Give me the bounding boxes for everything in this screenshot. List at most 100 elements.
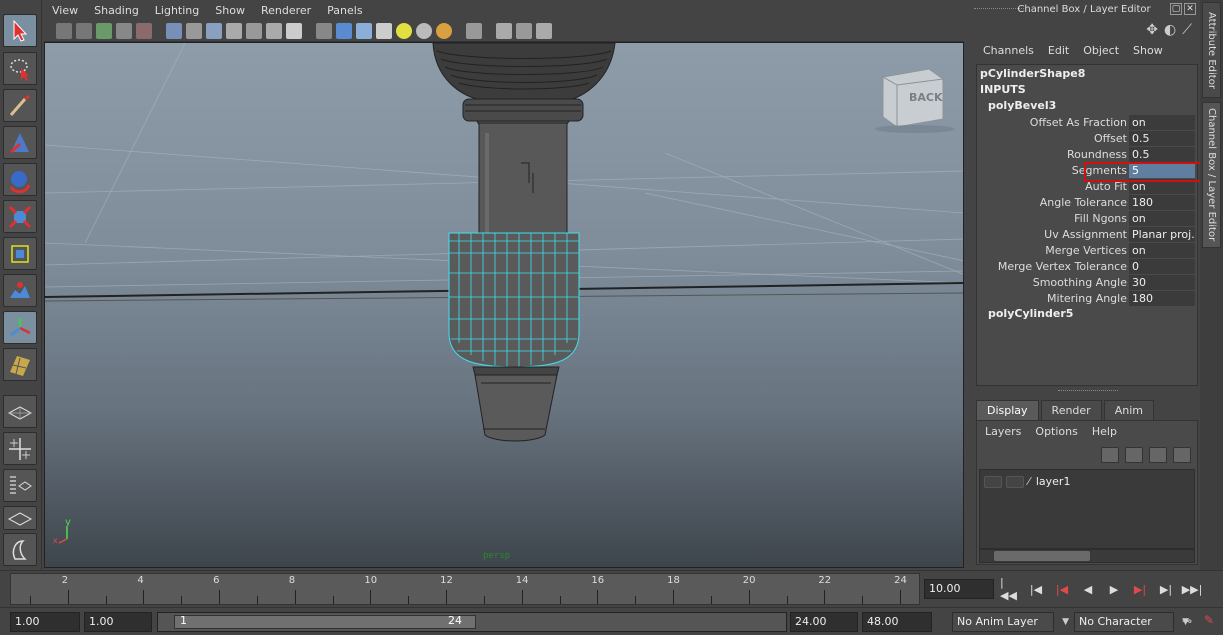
paint-select-tool-button[interactable] (3, 89, 37, 122)
tab-anim[interactable]: Anim (1103, 400, 1154, 420)
wire-on-shaded-icon[interactable] (356, 23, 372, 39)
go-to-start-icon[interactable]: |◀◀ (1000, 576, 1020, 602)
twod-pan-zoom-icon[interactable] (136, 23, 152, 39)
attr-value-field[interactable]: 0.5 (1129, 147, 1195, 162)
object-name[interactable]: pCylinderShape8 (980, 67, 1085, 80)
menu-view[interactable]: View (44, 4, 86, 17)
node-polybevel[interactable]: polyBevel3 (988, 99, 1056, 112)
manipulator-toggle-icon[interactable]: ✥ (1146, 22, 1158, 38)
attr-value-field[interactable]: 0 (1129, 259, 1195, 274)
wireframe-icon[interactable] (166, 23, 182, 39)
close-panel-icon[interactable]: ✕ (1184, 3, 1196, 15)
camera-select-icon[interactable] (56, 23, 72, 39)
xray-joints-icon[interactable] (516, 23, 532, 39)
menu-renderer[interactable]: Renderer (253, 4, 319, 17)
tab-render[interactable]: Render (1040, 400, 1102, 420)
viewport-persp[interactable]: BACK y x persp (44, 42, 964, 568)
use-all-lights-icon[interactable] (396, 23, 412, 39)
tab-channel-box[interactable]: Channel Box / Layer Editor (1202, 102, 1221, 248)
layer-visibility-toggle[interactable] (984, 475, 1002, 488)
attr-fill-ngons[interactable]: Fill Ngons on (977, 211, 1195, 226)
step-back-frame-icon[interactable]: |◀ (1026, 579, 1046, 599)
attr-value-field[interactable]: 0.5 (1129, 131, 1195, 146)
time-ruler[interactable]: 2 4 6 8 10 12 14 16 18 20 22 24 (10, 573, 920, 605)
film-gate-icon[interactable] (206, 23, 222, 39)
current-frame-field[interactable]: 10.00 (924, 579, 994, 599)
playback-start-field[interactable]: 1.00 (84, 612, 152, 632)
float-panel-icon[interactable]: ▢ (1170, 3, 1182, 15)
move-tool-button[interactable] (3, 126, 37, 159)
attr-value-field[interactable]: on (1129, 115, 1195, 130)
attr-uv-assignment[interactable]: Uv Assignment Planar proj... (977, 227, 1195, 242)
new-layer-icon[interactable] (1149, 447, 1167, 463)
menu-show-channels[interactable]: Show (1126, 44, 1170, 57)
play-forwards-icon[interactable]: ▶ (1104, 579, 1124, 599)
attr-offset[interactable]: Offset 0.5 (977, 131, 1195, 146)
layout-four-button[interactable] (3, 432, 37, 465)
panel-splitter[interactable] (1058, 390, 1118, 393)
soft-mod-tool-button[interactable] (3, 274, 37, 307)
step-forward-key-icon[interactable]: ▶| (1130, 579, 1150, 599)
start-time-field[interactable]: 1.00 (10, 612, 80, 632)
image-plane-icon[interactable] (116, 23, 132, 39)
layout-outliner-button[interactable] (3, 469, 37, 502)
layer-row[interactable]: ⁄ layer1 (984, 475, 1070, 488)
attr-value-field[interactable]: 180 (1129, 195, 1195, 210)
textured-icon[interactable] (376, 23, 392, 39)
step-forward-frame-icon[interactable]: ▶| (1156, 579, 1176, 599)
menu-layers[interactable]: Layers (985, 425, 1035, 438)
menu-edit[interactable]: Edit (1041, 44, 1076, 57)
universal-manipulator-button[interactable] (3, 237, 37, 270)
xray-components-icon[interactable] (536, 23, 552, 39)
safe-title-icon[interactable] (286, 23, 302, 39)
attr-mitering-angle[interactable]: Mitering Angle 180 (977, 291, 1195, 306)
tab-display[interactable]: Display (976, 400, 1039, 420)
attr-merge-vertex-tolerance[interactable]: Merge Vertex Tolerance 0 (977, 259, 1195, 274)
layout-persp-button[interactable] (3, 506, 37, 530)
layer-name[interactable]: layer1 (1036, 475, 1071, 488)
resolution-gate-icon[interactable] (226, 23, 242, 39)
layout-single-button[interactable] (3, 395, 37, 428)
camera-attributes-icon[interactable] (76, 23, 92, 39)
attr-roundness[interactable]: Roundness 0.5 (977, 147, 1195, 162)
hypershade-button[interactable] (3, 533, 37, 566)
menu-show[interactable]: Show (207, 4, 253, 17)
smooth-shade-icon[interactable] (336, 23, 352, 39)
attr-value-field[interactable]: on (1129, 243, 1195, 258)
bookmarks-icon[interactable] (96, 23, 112, 39)
range-slider[interactable]: 1 24 (157, 612, 787, 632)
scale-tool-button[interactable] (3, 200, 37, 233)
rotate-tool-button[interactable] (3, 163, 37, 196)
menu-shading[interactable]: Shading (86, 4, 147, 17)
attr-value-field[interactable]: 180 (1129, 291, 1195, 306)
step-back-key-icon[interactable]: |◀ (1052, 579, 1072, 599)
wireframe-shade-icon[interactable] (316, 23, 332, 39)
menu-options[interactable]: Options (1035, 425, 1091, 438)
menu-panels[interactable]: Panels (319, 4, 370, 17)
tab-attribute-editor[interactable]: Attribute Editor (1202, 2, 1221, 98)
shadows-icon[interactable] (416, 23, 432, 39)
layer-color-icon[interactable]: ⁄ (1028, 475, 1030, 488)
menu-object[interactable]: Object (1076, 44, 1126, 57)
grid-icon[interactable] (186, 23, 202, 39)
anim-layer-dropdown[interactable]: No Anim Layer ▼ (952, 612, 1069, 632)
gate-mask-icon[interactable] (246, 23, 262, 39)
key-icon[interactable]: ⊸ (1182, 614, 1192, 628)
menu-lighting[interactable]: Lighting (147, 4, 207, 17)
speed-icon[interactable]: ◐ (1164, 22, 1176, 38)
screen-space-ao-icon[interactable] (436, 23, 452, 39)
new-layer-selected-icon[interactable] (1173, 447, 1191, 463)
xray-icon[interactable] (496, 23, 512, 39)
end-time-field[interactable]: 48.00 (862, 612, 932, 632)
attr-value-field[interactable]: on (1129, 211, 1195, 226)
menu-channels[interactable]: Channels (976, 44, 1041, 57)
isolate-select-icon[interactable] (466, 23, 482, 39)
attr-smoothing-angle[interactable]: Smoothing Angle 30 (977, 275, 1195, 290)
playback-end-field[interactable]: 24.00 (790, 612, 858, 632)
layer-type-toggle[interactable] (1006, 475, 1024, 488)
layer-horizontal-scrollbar[interactable] (979, 549, 1195, 563)
show-manipulator-button[interactable] (3, 311, 37, 344)
last-tool-button[interactable] (3, 348, 37, 381)
lasso-tool-button[interactable] (3, 52, 37, 85)
menu-help[interactable]: Help (1092, 425, 1131, 438)
